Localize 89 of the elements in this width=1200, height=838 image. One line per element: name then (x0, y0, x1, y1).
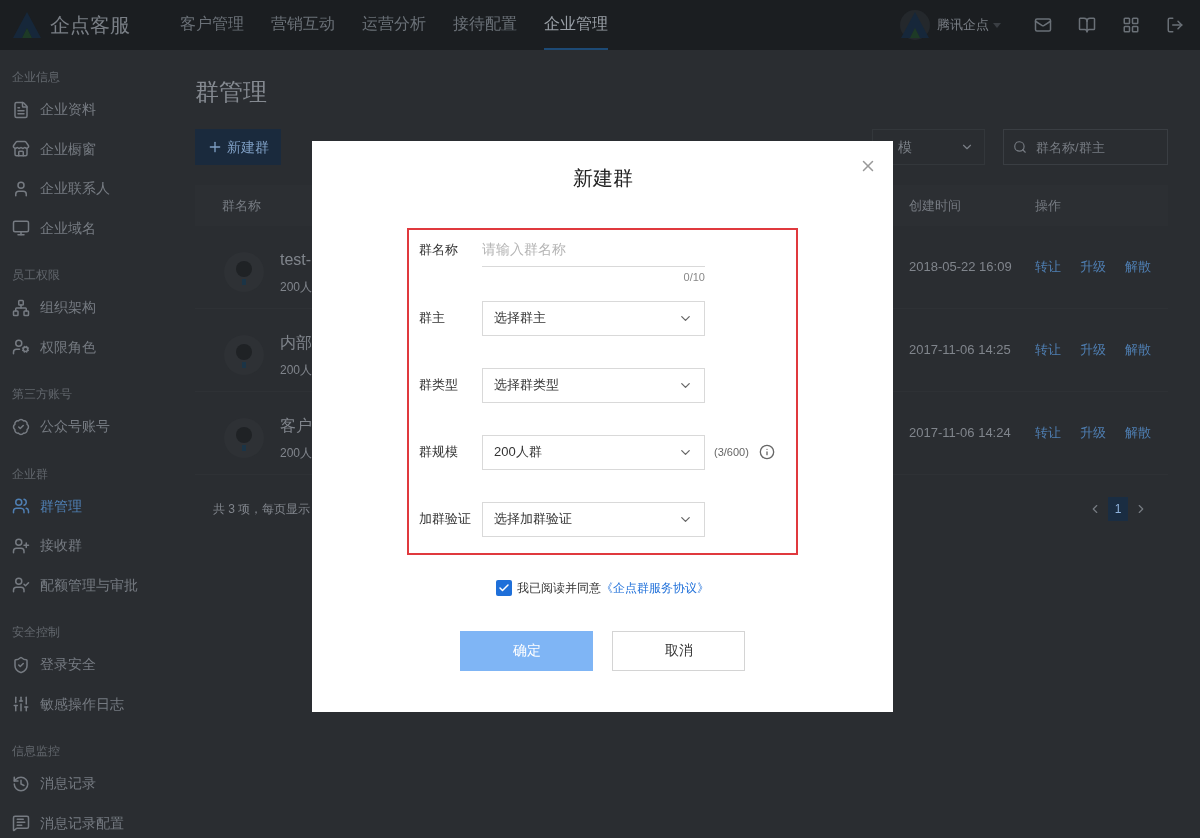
org-chart-icon (12, 298, 30, 317)
sidebar-item[interactable]: 企业资料 (40, 99, 96, 121)
field-label: 群名称 (419, 240, 459, 259)
row-action-link[interactable]: 转让 (1035, 340, 1061, 360)
sidebar-item[interactable]: 消息记录 (40, 773, 96, 795)
dialog-title: 新建群 (572, 166, 633, 191)
sidebar-item[interactable]: 配额管理与审批 (40, 574, 138, 596)
dropdown-select[interactable]: 选择群类型 (482, 367, 705, 403)
user-check-icon (12, 576, 30, 595)
new-group-button[interactable]: 新建群 (195, 129, 281, 165)
dropdown-select[interactable]: 选择群主 (482, 300, 705, 336)
badge-check-icon (12, 417, 30, 436)
plus-icon (207, 139, 223, 155)
sidebar-item[interactable]: 敏感操作日志 (40, 693, 124, 715)
group-member-info: 200人 (280, 445, 313, 462)
message-icon (12, 814, 30, 833)
created-time: 2018-05-22 16:09 (909, 258, 1013, 277)
field-label: 加群验证 (419, 510, 472, 529)
page-title: 群管理 (195, 78, 268, 106)
dropdown-select[interactable]: 选择加群验证 (482, 501, 705, 537)
shield-check-icon (12, 655, 30, 674)
sidebar-item[interactable]: 企业域名 (40, 217, 96, 239)
character-counter: 0/10 (683, 269, 705, 285)
app-logo-text: 企点客服 (50, 13, 130, 38)
nav-menu-item[interactable]: 客户管理 (180, 0, 244, 50)
nav-menu-item[interactable]: 运营分析 (362, 0, 426, 50)
agreement-link[interactable]: 《企点群服务协议》 (601, 578, 709, 597)
dropdown-select[interactable]: 200人群 (482, 434, 705, 470)
logout-icon[interactable] (1166, 16, 1184, 34)
group-member-info: 200人 (280, 362, 313, 379)
person-icon (12, 179, 30, 198)
agreement-text: 我已阅读并同意 (517, 579, 601, 597)
user-gear-icon (12, 338, 30, 357)
sliders-icon (12, 695, 30, 714)
quota-note: (3/600) (714, 444, 749, 460)
column-header: 创建时间 (909, 196, 962, 215)
history-icon (12, 774, 30, 793)
caret-icon (993, 22, 1001, 28)
field-label: 群主 (419, 309, 446, 328)
search-field[interactable]: 群名称/群主 (1003, 129, 1168, 165)
row-action-link[interactable]: 解散 (1125, 423, 1151, 443)
row-action-link[interactable]: 升级 (1080, 257, 1106, 277)
field-label: 群类型 (419, 376, 459, 395)
account-name[interactable]: 腾讯企点 (937, 15, 989, 35)
group-member-info: 200人 (280, 279, 313, 296)
sidebar-item[interactable]: 登录安全 (40, 654, 96, 676)
row-action-link[interactable]: 转让 (1035, 423, 1061, 443)
dialog-button[interactable]: 取消 (612, 630, 745, 671)
sidebar-item[interactable]: 企业联系人 (40, 178, 110, 200)
field-label: 群规模 (419, 443, 459, 462)
user-plus-icon (12, 536, 30, 555)
pagination-summary: 共 3 项，每页显示 (212, 501, 311, 518)
store-icon (12, 140, 30, 159)
document-icon (12, 100, 30, 119)
monitor-icon (12, 219, 30, 238)
column-header: 操作 (1035, 196, 1062, 215)
row-action-link[interactable]: 转让 (1035, 257, 1061, 277)
logo-icon (12, 11, 42, 39)
nav-menu-item[interactable]: 企业管理 (544, 0, 608, 50)
created-time: 2017-11-06 14:24 (909, 424, 1012, 443)
nav-menu-item[interactable]: 接待配置 (453, 0, 517, 50)
book-icon[interactable] (1078, 16, 1096, 34)
logo-icon (900, 11, 930, 39)
created-time: 2017-11-06 14:25 (909, 341, 1012, 360)
check-icon (498, 581, 510, 594)
row-action-link[interactable]: 解散 (1125, 340, 1151, 360)
sidebar-item[interactable]: 企业橱窗 (40, 138, 96, 160)
sidebar-item[interactable]: 消息记录配置 (40, 812, 124, 834)
mail-icon[interactable] (1034, 16, 1052, 34)
column-header: 群名称 (221, 196, 262, 215)
grid-icon[interactable] (1122, 16, 1140, 34)
users-icon (12, 497, 30, 516)
sidebar-item[interactable]: 组织架构 (40, 297, 96, 319)
agreement-checkbox[interactable] (496, 579, 512, 596)
row-action-link[interactable]: 解散 (1125, 257, 1151, 277)
group-name-input[interactable]: 请输入群名称 (482, 232, 705, 267)
page-number[interactable]: 1 (1108, 497, 1128, 521)
sidebar-item[interactable]: 接收群 (40, 535, 82, 557)
nav-menu-item[interactable]: 营销互动 (271, 0, 335, 50)
sidebar-item[interactable]: 权限角色 (40, 336, 96, 358)
group-name: test- (280, 250, 313, 270)
sidebar-item[interactable]: 公众号账号 (40, 416, 110, 438)
group-name: 内部 (280, 333, 313, 353)
info-icon[interactable] (758, 444, 775, 460)
row-action-link[interactable]: 升级 (1080, 340, 1106, 360)
sidebar-item[interactable]: 群管理 (40, 495, 82, 517)
group-name: 客户 (280, 416, 313, 436)
row-action-link[interactable]: 升级 (1080, 423, 1106, 443)
search-icon (1013, 140, 1027, 154)
